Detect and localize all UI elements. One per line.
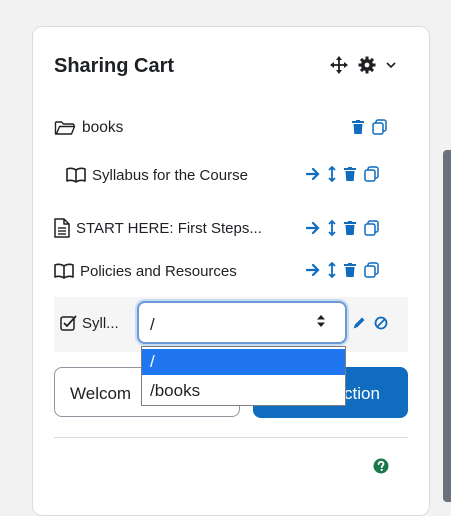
select-current-value: / — [150, 315, 155, 334]
scrollbar-thumb[interactable] — [443, 150, 451, 502]
select-arrows-icon — [316, 314, 326, 328]
book-icon — [66, 167, 86, 183]
arrow-right-icon[interactable] — [306, 263, 320, 277]
block-header-controls — [330, 56, 396, 74]
item-actions — [306, 166, 380, 182]
chevron-down-icon[interactable] — [386, 61, 396, 69]
item-label: books — [82, 119, 124, 136]
divider — [54, 437, 408, 438]
arrow-right-icon[interactable] — [306, 167, 320, 181]
list-item[interactable]: books — [54, 115, 123, 141]
move-vertical-icon[interactable] — [328, 220, 336, 236]
item-label: Syllabus for the Course — [92, 166, 248, 184]
select-option[interactable]: /books — [142, 378, 345, 404]
book-icon — [54, 263, 74, 279]
move-vertical-icon[interactable] — [328, 166, 336, 182]
list-item[interactable]: Policies and Resources — [54, 258, 237, 284]
block-title: Sharing Cart — [54, 55, 175, 77]
list-item[interactable]: Syll... — [60, 310, 119, 336]
move-vertical-icon[interactable] — [328, 262, 336, 278]
move-block-icon[interactable] — [330, 56, 348, 74]
item-actions — [352, 119, 388, 135]
list-item[interactable]: START HERE: First Steps... — [54, 215, 262, 241]
item-label: Syll... — [82, 314, 119, 332]
trash-icon[interactable] — [344, 167, 356, 181]
cancel-icon[interactable] — [374, 316, 388, 330]
trash-icon[interactable] — [344, 221, 356, 235]
item-actions — [306, 262, 380, 278]
page-icon — [54, 218, 70, 238]
list-item[interactable]: Syllabus for the Course — [66, 162, 248, 188]
copy-icon[interactable] — [364, 220, 380, 236]
copy-icon[interactable] — [372, 119, 388, 135]
folder-icon — [54, 119, 76, 137]
gear-icon[interactable] — [358, 56, 376, 74]
arrow-right-icon[interactable] — [306, 221, 320, 235]
item-actions — [306, 220, 380, 236]
assignment-icon — [60, 314, 78, 332]
copy-icon[interactable] — [364, 262, 380, 278]
item-label: START HERE: First Steps... — [76, 219, 262, 237]
item-label: Policies and Resources — [80, 262, 237, 280]
trash-icon[interactable] — [344, 263, 356, 277]
select-dropdown-list: / /books — [141, 346, 346, 406]
help-icon[interactable] — [373, 458, 389, 474]
trash-icon[interactable] — [352, 120, 364, 134]
name-input-value: Welcom — [70, 384, 132, 403]
select-option[interactable]: / — [142, 349, 345, 375]
pencil-icon[interactable] — [352, 316, 366, 330]
primary-action-label: ction — [344, 384, 380, 403]
copy-icon[interactable] — [364, 166, 380, 182]
edit-actions — [352, 316, 388, 330]
